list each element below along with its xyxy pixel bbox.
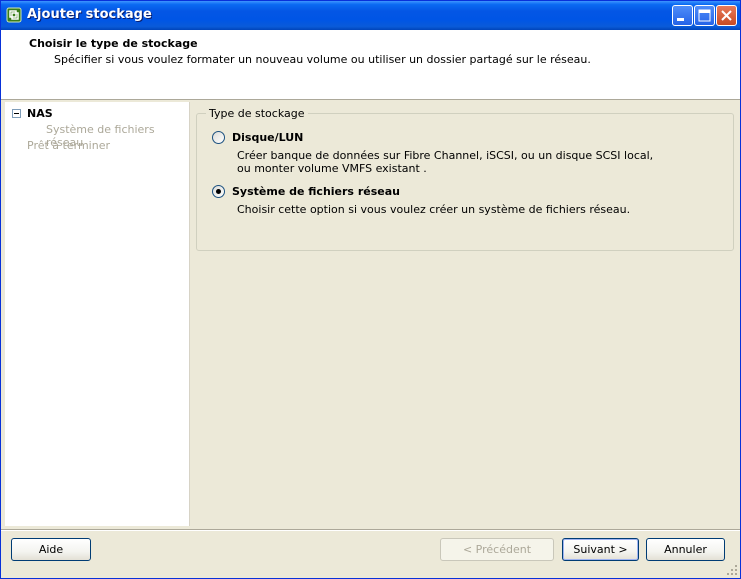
title-bar[interactable]: Ajouter stockage [1, 1, 740, 30]
maximize-button[interactable] [694, 5, 715, 26]
maximize-icon [698, 9, 711, 22]
minimize-icon [677, 18, 684, 21]
resize-grip-icon[interactable] [726, 564, 738, 576]
disk-lun-description-line-1: Créer banque de données sur Fibre Channe… [237, 149, 654, 162]
footer-separator [1, 529, 740, 531]
disk-lun-description-line-2: ou monter volume VMFS existant . [237, 162, 427, 175]
network-file-system-description: Choisir cette option si vous voulez crée… [237, 203, 631, 216]
storage-type-legend: Type de stockage [206, 107, 308, 120]
cancel-button[interactable]: Annuler [646, 538, 725, 561]
next-button[interactable]: Suivant > [562, 538, 639, 561]
wizard-content: Type de stockage Disque/LUN Créer banque… [191, 102, 740, 528]
minimize-button[interactable] [672, 5, 693, 26]
disk-lun-radio[interactable] [212, 131, 225, 144]
disk-lun-label[interactable]: Disque/LUN [232, 131, 303, 144]
step-nas[interactable]: NAS [27, 107, 53, 120]
window-title: Ajouter stockage [27, 7, 152, 22]
page-subtitle: Spécifier si vous voulez formater un nou… [54, 53, 591, 66]
network-file-system-radio[interactable] [212, 185, 225, 198]
previous-button[interactable]: < Précédent [440, 538, 554, 561]
step-ready-to-complete: Prêt à terminer [27, 139, 110, 152]
wizard-header: Choisir le type de stockage Spécifier si… [1, 30, 740, 100]
wizard-steps-panel: NAS Système de fichiers réseau Prêt à te… [5, 102, 190, 526]
network-file-system-label[interactable]: Système de fichiers réseau [232, 185, 400, 198]
storage-type-group: Type de stockage Disque/LUN Créer banque… [196, 107, 734, 251]
page-title: Choisir le type de stockage [29, 37, 198, 50]
help-button[interactable]: Aide [11, 538, 91, 561]
close-icon [721, 10, 732, 21]
close-button[interactable] [716, 5, 737, 26]
collapse-icon[interactable] [12, 109, 21, 118]
vsphere-app-icon [6, 7, 22, 23]
add-storage-window: Ajouter stockage Choisir le type de stoc… [0, 0, 741, 579]
